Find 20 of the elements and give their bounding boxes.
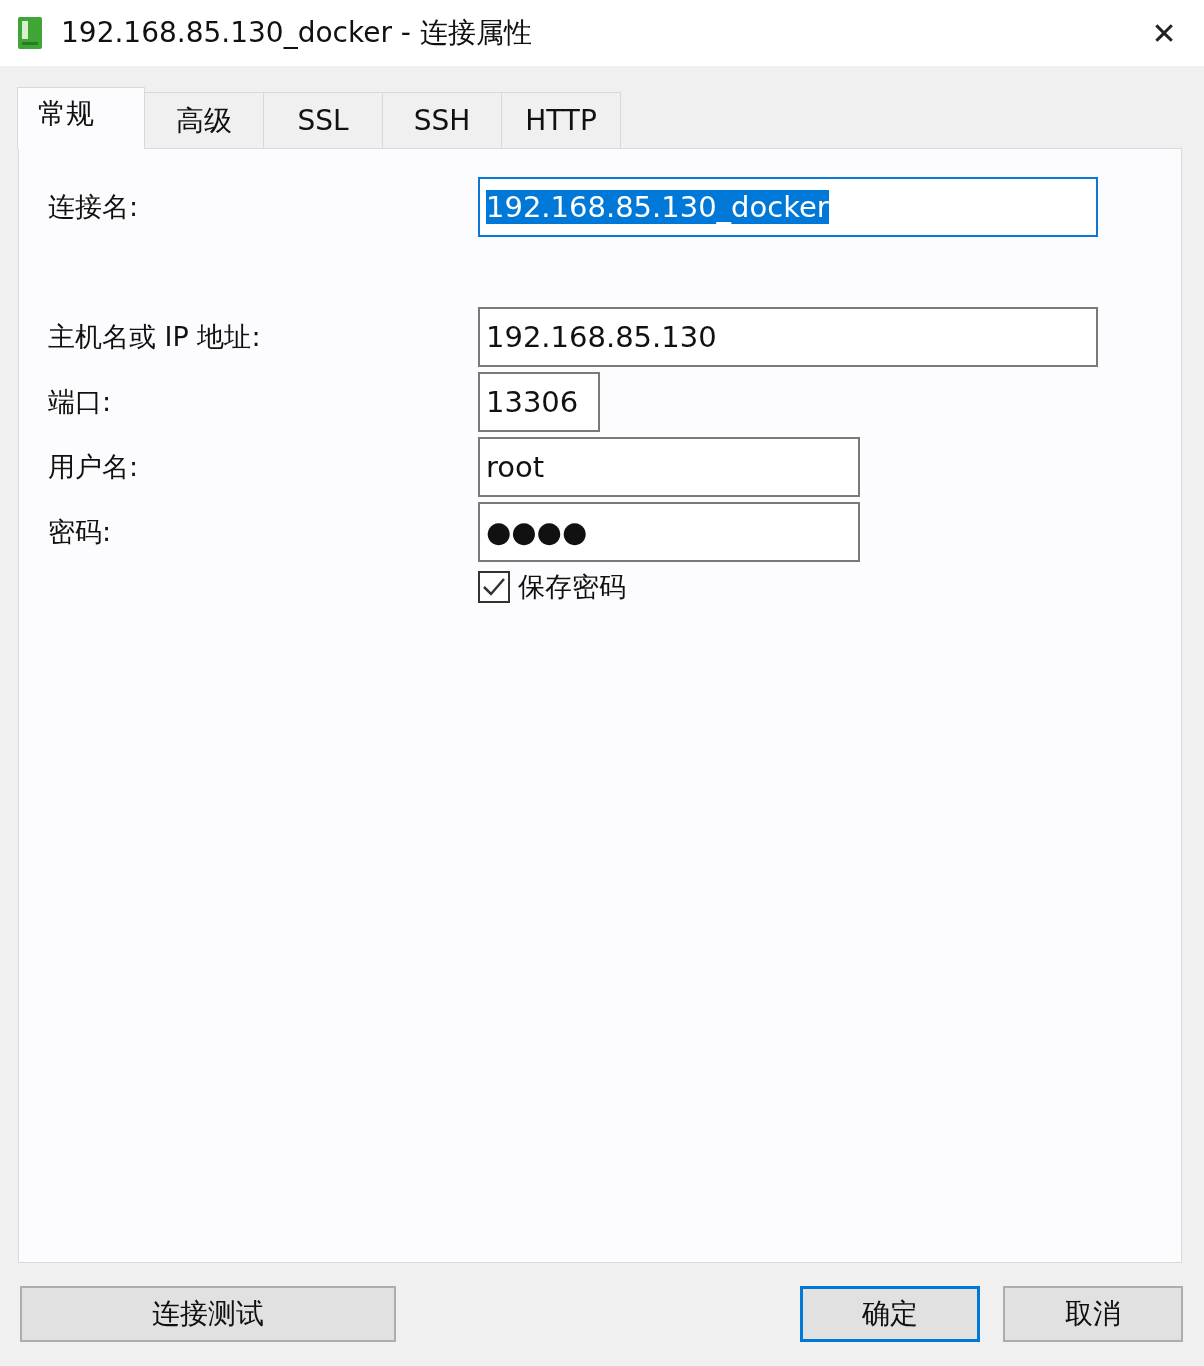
- dialog-button[interactable]: 确定: [800, 1286, 980, 1342]
- input-field[interactable]: ●●●●: [478, 502, 860, 562]
- field-label: 密码:: [47, 515, 113, 549]
- close-button[interactable]: ✕: [1124, 0, 1204, 66]
- input-field[interactable]: 192.168.85.130: [478, 307, 1098, 367]
- checkbox[interactable]: [478, 571, 510, 603]
- window-title: 192.168.85.130_docker - 连接属性: [61, 15, 533, 51]
- field-label: 用户名:: [47, 450, 140, 484]
- field-label: 连接名:: [47, 190, 140, 224]
- dialog-button[interactable]: 取消: [1003, 1286, 1183, 1342]
- field-label: 主机名或 IP 地址:: [47, 320, 262, 354]
- field-label: 端口:: [47, 385, 113, 419]
- input-field[interactable]: 13306: [478, 372, 600, 432]
- dialog-button[interactable]: 连接测试: [20, 1286, 396, 1342]
- tab[interactable]: 常规: [17, 87, 145, 149]
- tab[interactable]: HTTP: [501, 92, 621, 148]
- checkbox-label[interactable]: 保存密码: [518, 569, 626, 605]
- input-field[interactable]: root: [478, 437, 860, 497]
- database-icon: [17, 16, 43, 50]
- input-field[interactable]: 192.168.85.130_docker: [478, 177, 1098, 237]
